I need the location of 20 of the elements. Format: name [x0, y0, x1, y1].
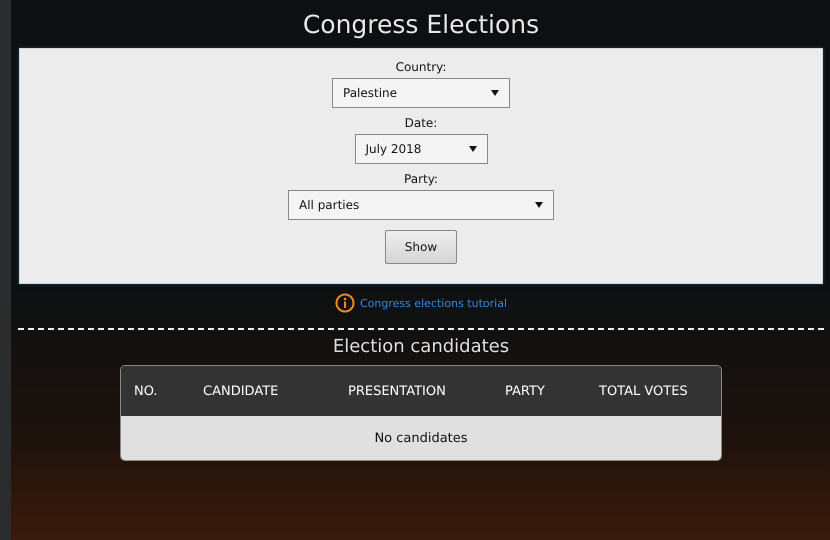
section-title: Election candidates: [332, 335, 510, 359]
empty-message: No candidates: [121, 416, 721, 460]
field-label: Party:: [404, 171, 438, 187]
show-button[interactable]: Show: [385, 230, 457, 264]
dropdown[interactable]: All parties: [288, 190, 554, 220]
dropdown[interactable]: July 2018: [354, 134, 488, 164]
column-header: PARTY: [505, 384, 546, 398]
caret-icon: [468, 146, 476, 152]
info-icon: [334, 293, 355, 313]
column-header: CANDIDATE: [203, 384, 280, 398]
column-header: PRESENTATION: [348, 384, 447, 398]
column-header: NO.: [134, 384, 159, 398]
column-header: TOTAL VOTES: [599, 384, 688, 398]
dropdown[interactable]: Palestine: [332, 78, 510, 108]
caret-icon: [535, 202, 543, 208]
caret-icon: [491, 90, 499, 96]
field-label: Date:: [404, 115, 438, 131]
tutorial-link[interactable]: Congress elections tutorial: [360, 296, 507, 310]
page-title: Congress Elections: [302, 9, 540, 41]
field-label: Country:: [396, 59, 446, 75]
